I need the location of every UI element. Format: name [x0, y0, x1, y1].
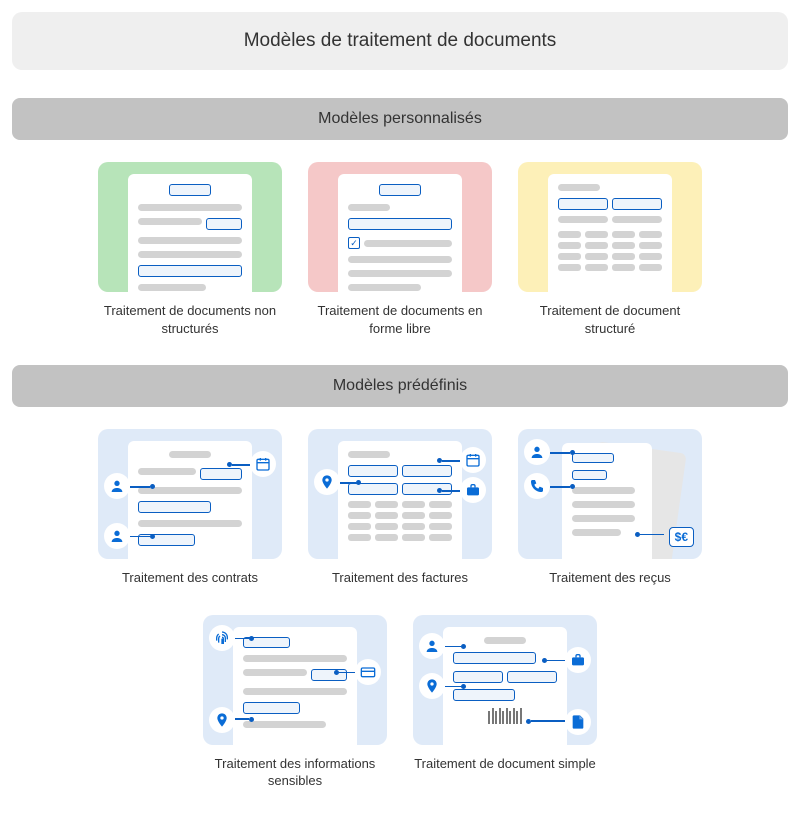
caption-invoices: Traitement des factures	[332, 569, 468, 587]
caption-freeform: Traitement de documents en forme libre	[308, 302, 492, 337]
card-simple: Traitement de document simple	[413, 615, 597, 790]
caption-sensitive: Traitement des informations sensibles	[203, 755, 387, 790]
file-icon	[565, 709, 591, 735]
phone-icon	[524, 473, 550, 499]
section-title-custom: Modèles personnalisés	[318, 110, 482, 127]
tile-structured	[518, 162, 702, 292]
calendar-icon	[250, 451, 276, 477]
card-contracts: Traitement des contrats	[98, 429, 282, 587]
tile-freeform: ✓	[308, 162, 492, 292]
prebuilt-row-1: Traitement des contrats	[12, 429, 788, 587]
tile-contracts	[98, 429, 282, 559]
person-icon	[104, 523, 130, 549]
fingerprint-icon	[209, 625, 235, 651]
custom-models-row: Traitement de documents non structurés ✓…	[12, 162, 788, 337]
caption-simple: Traitement de document simple	[414, 755, 596, 773]
card-receipts: $€ Traitement des reçus	[518, 429, 702, 587]
tile-simple	[413, 615, 597, 745]
person-icon	[104, 473, 130, 499]
tile-invoices	[308, 429, 492, 559]
caption-receipts: Traitement des reçus	[549, 569, 671, 587]
tile-receipts: $€	[518, 429, 702, 559]
caption-unstructured: Traitement de documents non structurés	[98, 302, 282, 337]
person-icon	[524, 439, 550, 465]
page-title-band: Modèles de traitement de documents	[12, 12, 788, 70]
caption-contracts: Traitement des contrats	[122, 569, 258, 587]
card-sensitive: Traitement des informations sensibles	[203, 615, 387, 790]
location-pin-icon	[209, 707, 235, 733]
tile-sensitive	[203, 615, 387, 745]
tile-unstructured	[98, 162, 282, 292]
section-header-prebuilt: Modèles prédéfinis	[12, 365, 788, 407]
location-pin-icon	[419, 673, 445, 699]
card-freeform: ✓ Traitement de documents en forme libre	[308, 162, 492, 337]
credit-card-icon	[355, 659, 381, 685]
card-unstructured: Traitement de documents non structurés	[98, 162, 282, 337]
calendar-icon	[460, 447, 486, 473]
card-invoices: Traitement des factures	[308, 429, 492, 587]
barcode-icon	[488, 708, 522, 724]
location-pin-icon	[314, 469, 340, 495]
prebuilt-row-2: Traitement des informations sensibles	[12, 615, 788, 790]
briefcase-icon	[460, 477, 486, 503]
page-title: Modèles de traitement de documents	[244, 30, 557, 51]
currency-icon: $€	[669, 527, 694, 547]
section-title-prebuilt: Modèles prédéfinis	[333, 377, 467, 394]
section-header-custom: Modèles personnalisés	[12, 98, 788, 140]
caption-structured: Traitement de document structuré	[518, 302, 702, 337]
person-icon	[419, 633, 445, 659]
checkbox-icon: ✓	[348, 237, 360, 249]
card-structured: Traitement de document structuré	[518, 162, 702, 337]
briefcase-icon	[565, 647, 591, 673]
